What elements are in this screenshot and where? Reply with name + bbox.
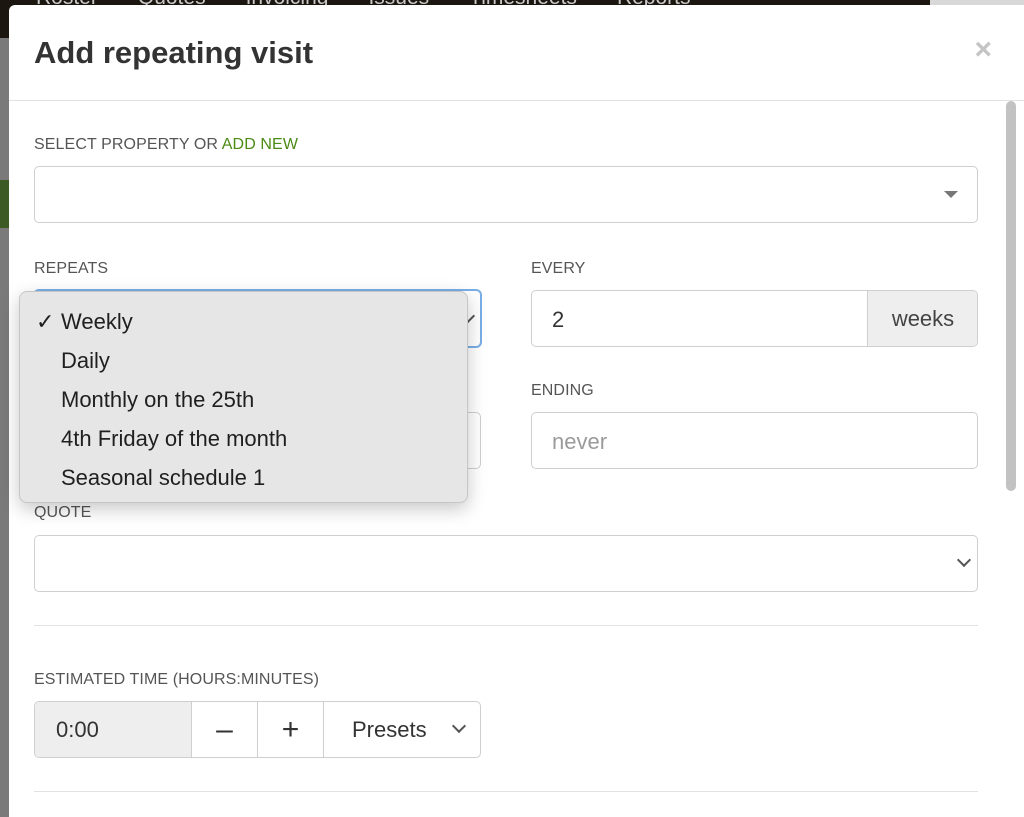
option-label: Weekly: [61, 308, 133, 334]
presets-label: Presets: [352, 716, 427, 742]
repeats-option-weekly[interactable]: ✓ Weekly: [20, 302, 467, 341]
modal-title: Add repeating visit: [34, 35, 314, 70]
modal-header: Add repeating visit ×: [9, 5, 1024, 101]
add-new-property-link[interactable]: ADD NEW: [222, 136, 298, 153]
property-select[interactable]: [34, 166, 978, 223]
increment-time-button[interactable]: +: [258, 702, 324, 757]
estimated-time-input[interactable]: 0:00: [35, 702, 192, 757]
option-label: 4th Friday of the month: [61, 425, 288, 451]
chevron-down-icon: [451, 718, 467, 734]
repeats-option-daily[interactable]: Daily: [20, 341, 467, 380]
checkmark-icon: ✓: [36, 308, 55, 334]
option-label: Seasonal schedule 1: [61, 464, 266, 490]
option-label: Daily: [61, 347, 110, 373]
option-label: Monthly on the 25th: [61, 386, 255, 412]
repeats-label: REPEATS: [34, 260, 109, 277]
property-label: SELECT PROPERTY OR ADD NEW: [34, 136, 298, 154]
close-icon[interactable]: ×: [974, 33, 992, 67]
every-label: EVERY: [531, 260, 586, 277]
quote-select[interactable]: [34, 535, 978, 592]
repeats-option-4th-friday[interactable]: 4th Friday of the month: [20, 419, 467, 458]
modal-scrollbar[interactable]: [1006, 101, 1016, 491]
decrement-time-button[interactable]: –: [192, 702, 258, 757]
ending-label: ENDING: [531, 382, 594, 399]
estimated-time-group: 0:00 – + Presets: [34, 701, 481, 758]
chevron-down-icon: [956, 552, 972, 568]
repeats-dropdown-menu: ✓ Weekly Daily Monthly on the 25th 4th F…: [19, 291, 468, 503]
section-divider: [34, 625, 978, 626]
ending-placeholder: never: [552, 429, 608, 454]
every-unit: weeks: [867, 291, 977, 346]
repeats-option-monthly[interactable]: Monthly on the 25th: [20, 380, 467, 419]
ending-input[interactable]: never: [531, 412, 978, 469]
every-input[interactable]: 2: [552, 307, 564, 333]
quote-label: QUOTE: [34, 504, 92, 521]
every-input-group: 2 weeks: [531, 290, 978, 347]
caret-down-icon: [944, 191, 958, 198]
estimated-time-label: ESTIMATED TIME (HOURS:MINUTES): [34, 671, 320, 688]
section-divider: [34, 791, 978, 792]
presets-select[interactable]: Presets: [324, 702, 480, 757]
repeats-option-seasonal[interactable]: Seasonal schedule 1: [20, 458, 467, 497]
property-label-text: SELECT PROPERTY OR: [34, 136, 219, 153]
